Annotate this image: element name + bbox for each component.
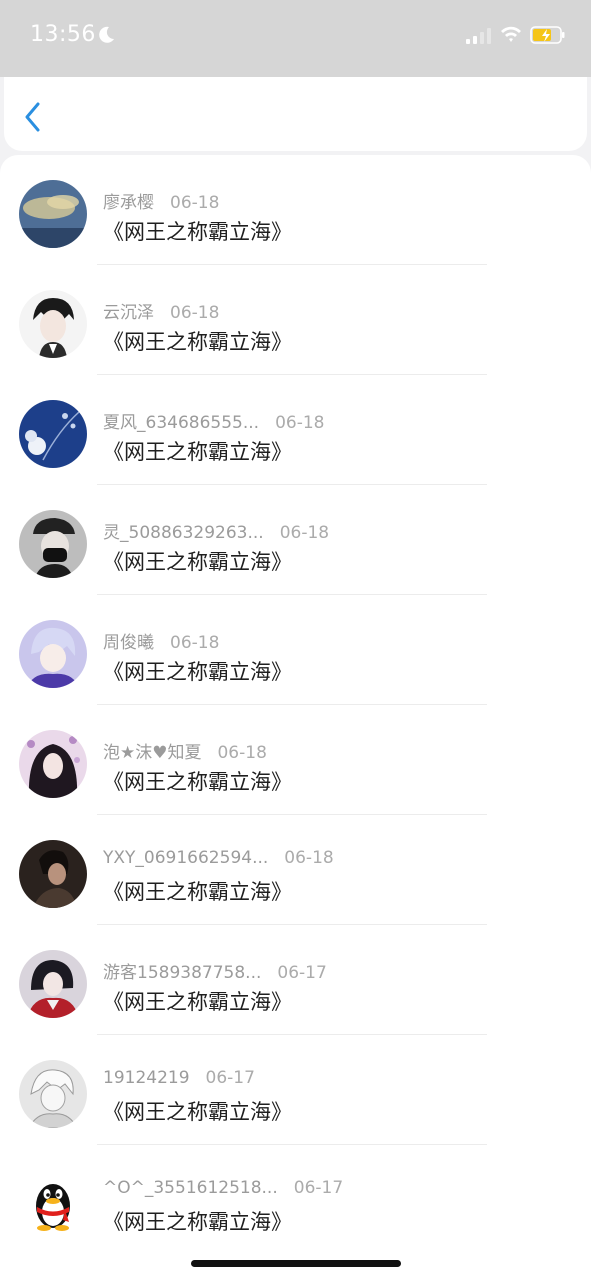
book-list: 廖承樱 06-18 《网王之称霸立海》 云沉泽 06-18 《网王之称霸立海》 [0, 155, 591, 1280]
update-date: 06-18 [170, 633, 220, 653]
book-title: 《网王之称霸立海》 [103, 660, 292, 684]
book-title: 《网王之称霸立海》 [103, 1100, 292, 1124]
battery-charging-icon [530, 26, 565, 44]
list-item[interactable]: 灵_50886329263... 06-18 《网王之称霸立海》 [0, 485, 591, 595]
list-item[interactable]: YXY_0691662594... 06-18 《网王之称霸立海》 [0, 815, 591, 925]
list-item[interactable]: 游客1589387758... 06-17 《网王之称霸立海》 [0, 925, 591, 1035]
list-item[interactable]: 廖承樱 06-18 《网王之称霸立海》 [0, 155, 591, 265]
list-item[interactable]: 19124219 06-17 《网王之称霸立海》 [0, 1035, 591, 1145]
status-time: 13:56 [30, 22, 96, 47]
list-item[interactable]: 夏风_634686555... 06-18 《网王之称霸立海》 [0, 375, 591, 485]
dark-portrait-avatar[interactable] [19, 840, 87, 908]
author-name: 云沉泽 [103, 303, 154, 323]
author-name: ^O^_3551612518... [103, 1178, 278, 1198]
meta-line: 云沉泽 06-18 [103, 298, 220, 323]
author-name: 夏风_634686555... [103, 413, 260, 433]
nav-bar [4, 77, 587, 151]
author-name: 游客1589387758... [103, 963, 262, 983]
update-date: 06-18 [284, 848, 334, 868]
book-title: 《网王之称霸立海》 [103, 1210, 292, 1234]
moon-icon [99, 26, 114, 43]
update-date: 06-18 [275, 413, 325, 433]
meta-line: 廖承樱 06-18 [103, 188, 220, 213]
sketch-anime-avatar[interactable] [19, 1060, 87, 1128]
book-title: 《网王之称霸立海》 [103, 550, 292, 574]
meta-line: 夏风_634686555... 06-18 [103, 408, 325, 433]
sky-landscape-avatar[interactable] [19, 180, 87, 248]
meta-line: YXY_0691662594... 06-18 [103, 848, 334, 870]
signal-icon [466, 28, 491, 44]
status-bar: 13:56 [0, 0, 591, 77]
book-title: 《网王之称霸立海》 [103, 880, 292, 904]
anime-boy-avatar[interactable] [19, 290, 87, 358]
book-title: 《网王之称霸立海》 [103, 440, 292, 464]
chevron-left-icon[interactable] [22, 101, 46, 133]
update-date: 06-18 [279, 523, 330, 543]
author-name: 灵_50886329263... [103, 523, 264, 543]
author-name: 廖承樱 [103, 193, 154, 213]
list-item[interactable]: 泡★沫♥知夏 06-18 《网王之称霸立海》 [0, 705, 591, 815]
anime-girl-flowers-avatar[interactable] [19, 730, 87, 798]
update-date: 06-18 [170, 193, 220, 213]
anime-red-kimono-avatar[interactable] [19, 950, 87, 1018]
update-date: 06-17 [205, 1068, 255, 1088]
meta-line: 19124219 06-17 [103, 1068, 255, 1090]
meta-line: 周俊曦 06-18 [103, 628, 220, 653]
update-date: 06-17 [277, 963, 327, 983]
book-title: 《网王之称霸立海》 [103, 990, 292, 1014]
masked-person-avatar[interactable] [19, 510, 87, 578]
wifi-icon [501, 26, 521, 42]
qq-penguin-avatar[interactable] [19, 1170, 87, 1238]
list-item[interactable]: 周俊曦 06-18 《网王之称霸立海》 [0, 595, 591, 705]
author-name: YXY_0691662594... [103, 848, 269, 868]
screen: 13:56 廖承樱 06-18 《网王之称霸立海》 云沉泽 06-18 《网王之… [0, 0, 591, 1280]
meta-line: 灵_50886329263... 06-18 [103, 518, 330, 543]
author-name: 周俊曦 [103, 633, 154, 653]
meta-line: 泡★沫♥知夏 06-18 [103, 738, 267, 763]
meta-line: ^O^_3551612518... 06-17 [103, 1178, 343, 1200]
anime-purple-hair-avatar[interactable] [19, 620, 87, 688]
list-item[interactable]: 云沉泽 06-18 《网王之称霸立海》 [0, 265, 591, 375]
author-name: 泡★沫♥知夏 [103, 743, 202, 763]
book-title: 《网王之称霸立海》 [103, 220, 292, 244]
list-item[interactable]: ^O^_3551612518... 06-17 《网王之称霸立海》 [0, 1145, 591, 1255]
book-title: 《网王之称霸立海》 [103, 330, 292, 354]
home-indicator[interactable] [191, 1260, 401, 1267]
update-date: 06-18 [170, 303, 220, 323]
meta-line: 游客1589387758... 06-17 [103, 958, 327, 983]
update-date: 06-18 [217, 743, 267, 763]
book-title: 《网王之称霸立海》 [103, 770, 292, 794]
blue-flowers-avatar[interactable] [19, 400, 87, 468]
author-name: 19124219 [103, 1068, 190, 1088]
update-date: 06-17 [293, 1178, 344, 1198]
